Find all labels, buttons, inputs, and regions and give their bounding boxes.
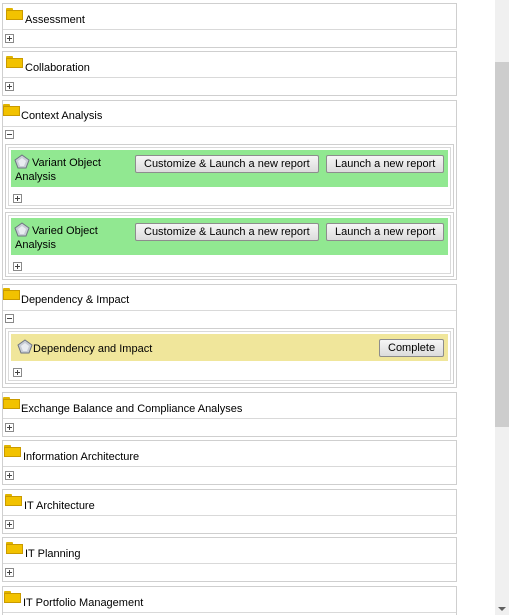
customize-launch-button[interactable]: Customize & Launch a new report — [135, 223, 319, 241]
expand-icon[interactable] — [13, 262, 22, 271]
category-title: Information Architecture — [23, 451, 140, 463]
collapse-icon[interactable] — [5, 314, 14, 323]
report-row: Variant Object Analysis Customize & Laun… — [11, 150, 448, 187]
customize-launch-button[interactable]: Customize & Launch a new report — [135, 155, 319, 173]
category-title: Collaboration — [25, 62, 90, 74]
expand-icon[interactable] — [5, 82, 14, 91]
category-title: IT Portfolio Management — [23, 597, 144, 609]
report-name: Variant Object Analysis — [15, 157, 101, 183]
category-header[interactable]: Context Analysis — [3, 101, 456, 127]
folder-icon — [4, 445, 21, 457]
expand-icon[interactable] — [5, 423, 14, 432]
category-title: Context Analysis — [21, 110, 103, 122]
expand-icon[interactable] — [5, 568, 14, 577]
report-item: Dependency and Impact Complete — [5, 328, 454, 384]
report-item: Varied Object Analysis Customize & Launc… — [5, 212, 454, 277]
category-header[interactable]: IT Portfolio Management — [3, 587, 456, 613]
scroll-down-arrow-icon[interactable] — [498, 607, 506, 611]
report-item: Variant Object Analysis Customize & Laun… — [5, 144, 454, 209]
expand-icon[interactable] — [5, 471, 14, 480]
category-title: IT Architecture — [24, 500, 95, 512]
report-tree: Assessment Collaboration Context Analysi… — [0, 0, 495, 615]
complete-button[interactable]: Complete — [379, 339, 445, 357]
expand-icon[interactable] — [13, 194, 22, 203]
category-title: Dependency & Impact — [21, 294, 130, 306]
category-header[interactable]: Dependency & Impact — [3, 285, 456, 311]
category-title: IT Planning — [25, 548, 81, 560]
category-header[interactable]: IT Planning — [3, 538, 456, 564]
report-name: Dependency and Impact — [33, 343, 153, 355]
folder-icon — [5, 494, 22, 506]
category-header[interactable]: IT Architecture — [3, 490, 456, 516]
category-collaboration: Collaboration — [2, 51, 457, 96]
category-it-architecture: IT Architecture — [2, 489, 457, 534]
report-name: Varied Object Analysis — [15, 225, 98, 251]
launch-report-button[interactable]: Launch a new report — [326, 223, 445, 241]
category-header[interactable]: Collaboration — [3, 52, 456, 78]
category-dependency-impact: Dependency & Impact Dependency and Impac… — [2, 284, 457, 388]
collapse-icon[interactable] — [5, 130, 14, 139]
scrollbar-thumb[interactable] — [495, 62, 509, 427]
folder-icon — [6, 8, 23, 20]
expand-icon[interactable] — [13, 368, 22, 377]
expand-icon[interactable] — [5, 520, 14, 529]
launch-report-button[interactable]: Launch a new report — [326, 155, 445, 173]
folder-icon — [3, 397, 20, 409]
report-row: Dependency and Impact Complete — [11, 334, 448, 361]
category-assessment: Assessment — [2, 3, 457, 48]
category-header[interactable]: Exchange Balance and Compliance Analyses — [3, 393, 456, 419]
category-exchange-balance: Exchange Balance and Compliance Analyses — [2, 392, 457, 437]
category-it-portfolio: IT Portfolio Management — [2, 586, 457, 615]
category-it-planning: IT Planning — [2, 537, 457, 582]
category-header[interactable]: Information Architecture — [3, 441, 456, 467]
folder-icon — [3, 288, 20, 300]
folder-icon — [3, 104, 20, 116]
report-row: Varied Object Analysis Customize & Launc… — [11, 218, 448, 255]
folder-icon — [6, 56, 23, 68]
expand-icon[interactable] — [5, 34, 14, 43]
vertical-scrollbar[interactable] — [495, 0, 509, 615]
category-title: Assessment — [25, 14, 85, 26]
category-context-analysis: Context Analysis Variant Object Analysis… — [2, 100, 457, 280]
category-title: Exchange Balance and Compliance Analyses — [21, 403, 243, 415]
category-header[interactable]: Assessment — [3, 4, 456, 30]
category-information-architecture: Information Architecture — [2, 440, 457, 485]
folder-icon — [4, 591, 21, 603]
folder-icon — [6, 542, 23, 554]
